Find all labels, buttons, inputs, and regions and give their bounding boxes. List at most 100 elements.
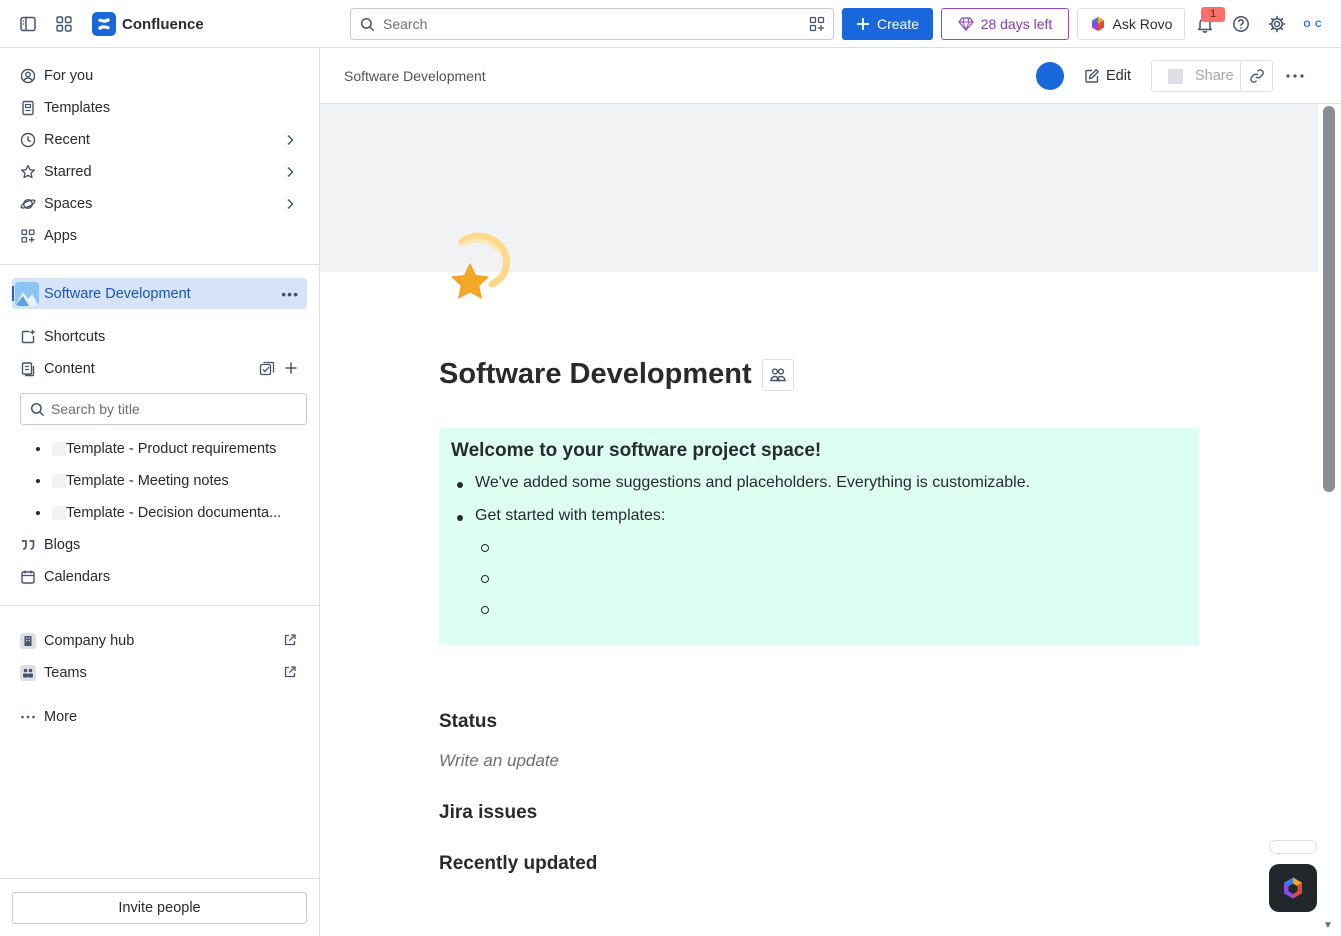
user-circle-icon [20, 68, 36, 84]
app-switcher-icon[interactable] [52, 12, 76, 36]
top-navigation-bar: Confluence Search Create 28 days left As… [0, 0, 1341, 48]
sidebar-item-label: Calendars [44, 569, 111, 585]
calendar-icon [20, 569, 36, 585]
page-icon [52, 474, 66, 488]
search-placeholder: Search [383, 16, 428, 32]
planet-icon [20, 196, 36, 212]
diamond-icon [957, 17, 974, 31]
chevron-right-icon[interactable] [283, 197, 297, 211]
search-by-title-placeholder: Search by title [51, 401, 140, 417]
global-search-input[interactable]: Search [350, 8, 834, 40]
sidebar-item-label: Blogs [44, 537, 81, 553]
sidebar-item-starred[interactable]: Starred [12, 156, 307, 188]
sidebar-divider [0, 264, 319, 265]
page-icon [52, 442, 66, 456]
search-icon [30, 402, 45, 417]
floating-toolbar-pill[interactable] [1269, 840, 1317, 854]
scrollbar-thumb[interactable] [1323, 106, 1335, 492]
settings-gear-icon[interactable] [1265, 12, 1289, 36]
share-label: Share [1195, 68, 1234, 84]
bullet [36, 447, 40, 451]
panel-bullet: We've added some suggestions and placeho… [451, 474, 1187, 507]
jira-issues-heading: Jira issues [439, 802, 538, 823]
space-more-actions-icon[interactable]: ••• [281, 286, 299, 302]
sidebar-item-label: For you [44, 68, 94, 84]
page-tree-item[interactable]: Template - Decision documenta... [34, 498, 302, 528]
sidebar-item-recent[interactable]: Recent [12, 124, 307, 156]
trial-button[interactable]: 28 days left [941, 8, 1069, 40]
invite-people-button[interactable]: Invite people [12, 892, 307, 924]
sidebar-item-label: Teams [44, 665, 87, 681]
sidebar-item-company-hub[interactable]: Company hub [12, 625, 307, 657]
sidebar-toggle-icon[interactable] [16, 12, 40, 36]
sidebar-item-label: Starred [44, 164, 92, 180]
sidebar-item-label: Apps [44, 228, 78, 244]
notification-count-badge: 1 [1201, 7, 1225, 22]
share-icon [1168, 68, 1183, 84]
template-link-placeholder[interactable] [451, 602, 1187, 633]
sidebar-item-calendars[interactable]: Calendars [12, 561, 307, 593]
external-link-icon [283, 665, 297, 679]
page-tree-item-label: Template - Meeting notes [66, 473, 229, 489]
sidebar-item-content[interactable]: Content [12, 353, 307, 385]
user-avatar-initials: O C [1303, 19, 1323, 29]
sidebar-item-for-you[interactable]: For you [12, 60, 307, 92]
page-title: Software Development [439, 358, 752, 390]
create-button[interactable]: Create [842, 8, 933, 40]
sidebar-item-label: Recent [44, 132, 90, 148]
external-link-icon [283, 633, 297, 647]
status-heading: Status [439, 711, 498, 732]
sidebar-item-teams[interactable]: Teams [12, 657, 307, 689]
trial-label: 28 days left [980, 16, 1053, 32]
search-by-title-input[interactable]: Search by title [20, 393, 307, 425]
more-dots-icon [20, 709, 36, 725]
quote-icon [20, 537, 36, 553]
page-tree-item-label: Template - Decision documenta... [66, 505, 282, 521]
template-link-placeholder[interactable] [451, 571, 1187, 602]
star-icon [20, 164, 36, 180]
shortcut-icon [20, 329, 36, 345]
search-filter-icon[interactable] [809, 16, 825, 32]
invite-people-label: Invite people [118, 900, 201, 916]
rovo-icon [1090, 16, 1106, 32]
scroll-down-arrow-icon[interactable]: ▼ [1323, 920, 1333, 931]
share-button[interactable]: Share [1151, 60, 1240, 92]
page-tree-item[interactable]: Template - Meeting notes [34, 466, 302, 496]
page-owners-icon[interactable] [761, 358, 794, 391]
more-actions-icon[interactable] [1283, 66, 1307, 86]
content-filter-icon[interactable] [259, 361, 275, 377]
sidebar-item-spaces[interactable]: Spaces [12, 188, 307, 220]
panel-heading: Welcome to your software project space! [451, 440, 822, 461]
main-content: Software Development Edit Share ▼ Softwa… [320, 48, 1341, 936]
edit-button[interactable]: Edit [1084, 62, 1131, 90]
confluence-logo[interactable]: Confluence [92, 12, 204, 36]
breadcrumb[interactable]: Software Development [344, 68, 486, 84]
sidebar-item-label: More [44, 709, 78, 725]
chevron-right-icon[interactable] [283, 165, 297, 179]
sidebar-item-templates[interactable]: Templates [12, 92, 307, 124]
sidebar-item-apps[interactable]: Apps [12, 220, 307, 252]
content-pages-icon [20, 361, 36, 377]
sidebar-item-label: Company hub [44, 633, 135, 649]
sidebar-item-shortcuts[interactable]: Shortcuts [12, 321, 307, 353]
page-tree-item[interactable]: Template - Product requirements [34, 434, 302, 464]
search-icon [360, 17, 375, 32]
sidebar-item-more[interactable]: More [12, 701, 307, 733]
copy-link-icon[interactable] [1240, 60, 1273, 92]
chevron-right-icon[interactable] [283, 133, 297, 147]
add-content-plus-icon[interactable] [284, 361, 298, 375]
status-update-placeholder[interactable]: Write an update [439, 751, 559, 771]
rovo-chat-button[interactable] [1269, 864, 1317, 912]
ask-rovo-button[interactable]: Ask Rovo [1077, 8, 1185, 40]
shooting-star-emoji-icon[interactable] [440, 228, 524, 312]
bullet [36, 511, 40, 515]
create-label: Create [876, 16, 920, 32]
template-link-placeholder[interactable] [451, 540, 1187, 571]
space-name: Software Development [44, 285, 191, 302]
sidebar-item-blogs[interactable]: Blogs [12, 529, 307, 561]
sidebar-item-current-space[interactable]: Software Development ••• [12, 278, 307, 309]
user-avatar[interactable]: O C [1301, 12, 1325, 36]
collaborator-avatar[interactable] [1036, 62, 1064, 90]
help-icon[interactable] [1229, 12, 1253, 36]
app-name: Confluence [122, 15, 204, 33]
